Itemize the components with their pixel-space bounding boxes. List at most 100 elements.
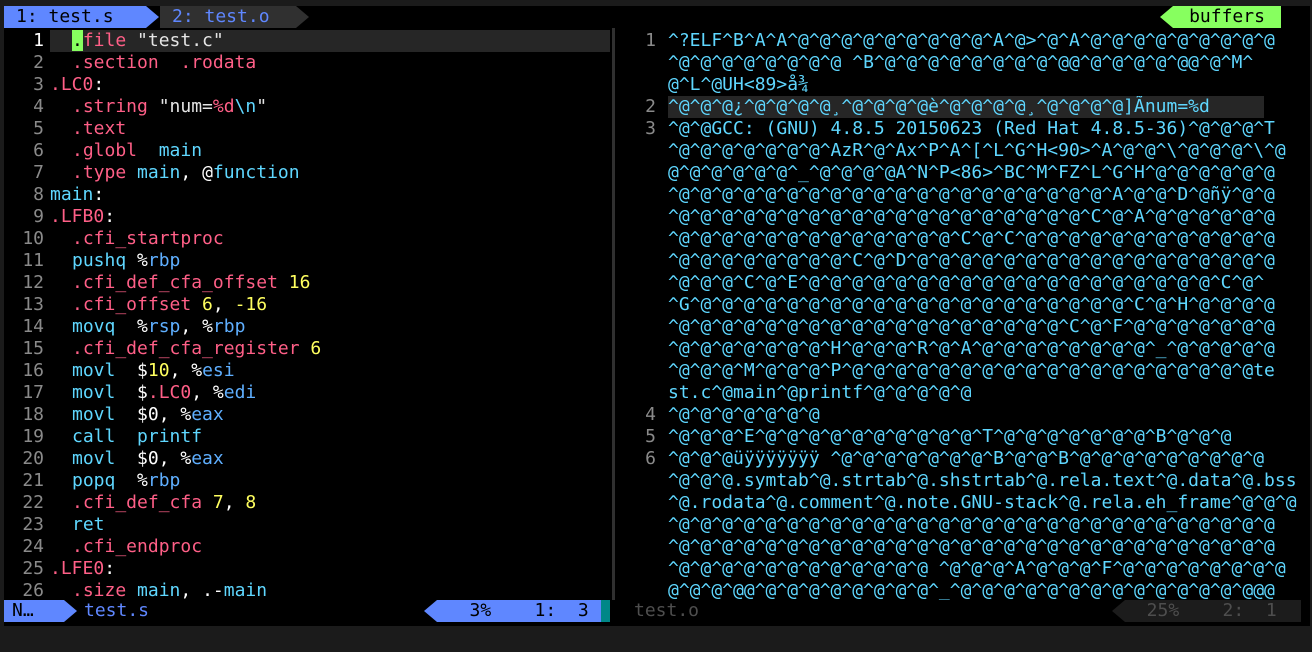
vertical-split-divider[interactable]	[612, 28, 624, 600]
binary-line[interactable]: ^@^@GCC: (GNU) 4.8.5 20150623 (Red Hat 4…	[668, 118, 1275, 140]
code-token: 6	[202, 294, 213, 315]
binary-line[interactable]: ^@^@^@^@^@^@^@^@^@^@^@^@ ^@^@^@^A^@^@^@^…	[668, 558, 1286, 580]
code-token: , %	[180, 316, 213, 337]
binary-line[interactable]: @^@^@^@@^@^@^@^@^@^@^@^@^_^@^@^@^@^@^@^@…	[668, 580, 1275, 600]
code-line[interactable]: .cfi_offset 6, -16	[72, 294, 267, 316]
code-line[interactable]: .section .rodata	[72, 52, 256, 74]
code-line[interactable]: .string "num=%d\n"	[72, 96, 267, 118]
code-token: call printf	[72, 426, 203, 447]
code-token: main	[223, 580, 268, 600]
code-line[interactable]: call printf	[72, 426, 202, 448]
code-token: $	[137, 360, 148, 381]
code-token: 7	[212, 492, 224, 513]
line-number	[624, 272, 656, 294]
code-token: .cfi_def_cfa_offset	[72, 272, 289, 293]
code-line[interactable]: .cfi_def_cfa 7, 8	[72, 492, 256, 514]
tab-separator-icon	[146, 6, 159, 28]
left-editor-pane[interactable]: 1 .file "test.c" 2 .section .rodata 3 .LC0: 4.…	[4, 28, 610, 600]
line-number: 3	[645, 118, 656, 139]
code-token: , @	[180, 162, 213, 183]
line-number: 15	[22, 338, 44, 359]
code-line[interactable]: popq %rbp	[72, 470, 180, 492]
code-line[interactable]: .globl main	[72, 140, 202, 162]
binary-line[interactable]: ^@^@^@.symtab^@.strtab^@.shstrtab^@.rela…	[668, 470, 1297, 492]
code-token: eax	[191, 448, 224, 469]
line-number: 19	[22, 426, 44, 447]
binary-line[interactable]: ^@^@^@^@^@^@^@^@^@^@^@^@^@^@^@^@^@^@^C^@…	[668, 316, 1275, 338]
line-number	[624, 250, 656, 272]
tabline: 1: test.s 2: test.o buffers	[4, 6, 1310, 28]
binary-line[interactable]: ^@^@^@^@^@^@^@^@^@^@^@^@^@^@^@^@^@^@^@^C…	[668, 206, 1275, 228]
binary-line[interactable]: ^@.rodata^@.comment^@.note.GNU-stack^@.r…	[668, 492, 1297, 514]
line-number: 3	[33, 74, 44, 95]
code-token: :	[104, 558, 116, 579]
terminal-window: 1: test.s 2: test.o buffers 1 .file "test…	[4, 6, 1310, 626]
code-line[interactable]: pushq %rbp	[72, 250, 180, 272]
buffers-label[interactable]: buffers	[1173, 6, 1281, 28]
line-number	[624, 74, 656, 96]
binary-line[interactable]: ^@^@^@^@^@^@^@^@ ^B^@^@^@^@^@^@^@^@^@@^@…	[668, 52, 1253, 74]
line-number: 8	[33, 184, 44, 205]
binary-line[interactable]: ^@^@^@^@^@^@^@^@^@^@^@^@^@^@^@^@^@^@^@^@…	[668, 536, 1275, 558]
code-line[interactable]: .cfi_endproc	[72, 536, 202, 558]
right-cursor-position: 25% 2: 1	[1125, 600, 1301, 622]
binary-line[interactable]: @^@^@^@^@^@^_^@^@^@^@A^N^P<86>^BC^M^FZ^L…	[668, 162, 1275, 184]
line-number	[624, 536, 656, 558]
code-line[interactable]: .file "test.c"	[72, 30, 224, 52]
line-number: 23	[22, 514, 44, 535]
code-line[interactable]: ret	[72, 514, 105, 536]
code-line[interactable]: .cfi_def_cfa_offset 16	[72, 272, 310, 294]
code-token: \n	[234, 96, 257, 117]
tab-test-s[interactable]: 1: test.s	[4, 6, 146, 28]
code-line[interactable]: movl $0, %eax	[72, 404, 224, 426]
binary-line[interactable]: ^@^@^@^@^@^@^@^@^@^@^@^@^@^@^@^@^@^@^@^@…	[668, 184, 1275, 206]
binary-line[interactable]: ^@^@^@^@^@^@^@^@^@^@^@^@^@^C^@^C^@^@^@^@…	[668, 228, 1275, 250]
binary-line[interactable]: ^@^@^@üÿÿÿÿÿÿÿ ^@^@^@^@^@^@^@^B^@^@^B^@^…	[668, 448, 1264, 470]
line-number	[624, 206, 656, 228]
binary-line[interactable]: ^@^@^@^@^@^@^@^AzR^@^Ax^P^A^[^L^G^H<90>^…	[668, 140, 1286, 162]
code-line[interactable]: .LFB0:	[50, 206, 115, 228]
code-line[interactable]: main:	[50, 184, 104, 206]
binary-line[interactable]: ^@^@^@^@^@^@^@^@^@^@^@^@^@^@^@^@^@^@^@^@…	[668, 514, 1275, 536]
line-number: 13	[22, 294, 44, 315]
binary-line[interactable]: ^@^@^@¿^@^@^@^@¸^@^@^@^@è^@^@^@^@¸^@^@^@…	[668, 96, 1210, 118]
code-token: $0, %	[137, 404, 192, 425]
code-line[interactable]: .LFE0:	[50, 558, 115, 580]
right-editor-pane[interactable]: 1 ^?ELF^B^A^A^@^@^@^@^@^@^@^@^@^A^@>^@^A^…	[624, 28, 1310, 600]
tab-separator-icon	[296, 6, 309, 28]
code-line[interactable]: movl $0, %eax	[72, 448, 224, 470]
line-number: 24	[22, 536, 44, 557]
left-cursor-position: 3% 1: 3	[437, 600, 601, 622]
binary-line[interactable]: ^?ELF^B^A^A^@^@^@^@^@^@^@^@^@^A^@>^@^A^@…	[668, 30, 1275, 52]
binary-line[interactable]: ^@^@^@^@^@^@^@^H^@^@^@^R^@^A^@^@^@^@^@^@…	[668, 338, 1275, 360]
binary-line[interactable]: @^L^@UH<89>å¾	[668, 74, 809, 96]
binary-line[interactable]: ^@^@^@^E^@^@^@^@^@^@^@^@^@^@^T^@^@^@^@^@…	[668, 426, 1232, 448]
code-token: :	[93, 74, 105, 95]
code-line[interactable]: .type main, @function	[72, 162, 300, 184]
code-line[interactable]: .cfi_def_cfa_register 6	[72, 338, 321, 360]
binary-line[interactable]: st.c^@main^@printf^@^@^@^@^@	[668, 382, 971, 404]
code-token: 6	[310, 338, 322, 359]
code-token: popq	[72, 470, 138, 491]
code-token: .size	[72, 580, 138, 600]
line-number: 1	[33, 30, 44, 51]
code-line[interactable]: movl $10, %esi	[72, 360, 235, 382]
code-line[interactable]: .LC0:	[50, 74, 104, 96]
code-token: .section .rodata	[72, 52, 257, 73]
code-line[interactable]: movl $.LC0, %edi	[72, 382, 256, 404]
code-line[interactable]: .cfi_startproc	[72, 228, 224, 250]
code-token: .cfi_def_cfa	[72, 492, 213, 513]
tab-test-o[interactable]: 2: test.o	[160, 6, 296, 28]
code-token: movl	[72, 360, 138, 381]
code-token: ret	[72, 514, 105, 535]
binary-line[interactable]: ^G^@^@^@^@^@^@^@^@^@^@^@^@^@^@^@^@^@^@^@…	[668, 294, 1275, 316]
code-token: .cfi_startproc	[72, 228, 224, 249]
binary-line[interactable]: ^@^@^@^C^@^E^@^@^@^@^@^@^@^@^@^@^@^@^@^@…	[668, 272, 1264, 294]
code-line[interactable]: movq %rsp, %rbp	[72, 316, 245, 338]
code-line[interactable]: .text	[72, 118, 126, 140]
binary-line[interactable]: ^@^@^@^M^@^@^@^P^@^@^@^@^@^@^@^@^@^@^@^@…	[668, 360, 1275, 382]
code-line[interactable]: .size main, .-main	[72, 580, 267, 600]
binary-line[interactable]: ^@^@^@^@^@^@^@	[668, 404, 820, 426]
binary-line[interactable]: ^@^@^@^@^@^@^@^@^C^@^D^@^@^@^@^@^@^@^@^@…	[668, 250, 1275, 272]
code-token: edi	[223, 382, 257, 403]
